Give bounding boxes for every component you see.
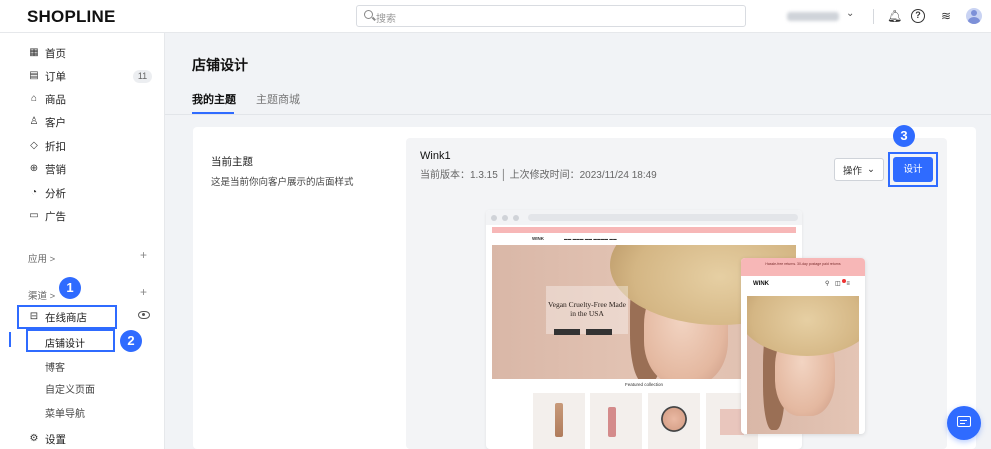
theme-preview-mobile[interactable]: Hassle-free returns. 30-day postage paid…: [741, 258, 865, 434]
browser-chrome: [486, 210, 802, 225]
site-nav: WINK ▬▬ ▬▬▬ ▬▬ ▬▬▬▬ ▬▬: [492, 234, 796, 244]
url-bar: [528, 214, 798, 221]
search-placeholder: 搜索: [376, 14, 396, 25]
current-theme-description: 这是当前你向客户展示的店面样式: [211, 177, 354, 188]
chat-icon: [957, 416, 971, 427]
sidebar-item-label: 客户: [45, 116, 66, 129]
theme-name: Wink1: [420, 150, 451, 162]
gear-icon: ⚙: [29, 433, 39, 444]
product-icon: ⌂: [30, 93, 38, 104]
ads-icon: ▭: [29, 210, 39, 221]
actions-label: 操作: [843, 165, 863, 177]
search-icon: [364, 10, 373, 19]
sidebar-subitem-blog[interactable]: 博客: [45, 359, 65, 374]
page-title: 店铺设计: [192, 57, 248, 73]
hero-button: [554, 329, 580, 335]
customer-icon: ♙: [29, 116, 39, 127]
tabs-divider: [165, 114, 991, 115]
sidebar-subitem-store-design[interactable]: 店铺设计: [45, 335, 85, 350]
apps-group-label[interactable]: 应用 >: [28, 251, 55, 265]
step-marker-2: 2: [120, 330, 142, 352]
analytics-icon: ◔: [30, 187, 38, 198]
bell-icon[interactable]: 🔔︎: [887, 9, 902, 23]
sidebar-item-label: 广告: [45, 210, 66, 223]
step-marker-1: 1: [59, 277, 81, 299]
cart-dot: [842, 279, 846, 283]
store-icon: ⊟: [29, 311, 39, 322]
channels-group-label[interactable]: 渠道 >: [28, 288, 55, 302]
sidebar-item-customers[interactable]: ♙ 客户: [28, 113, 66, 131]
sidebar-item-label: 分析: [45, 187, 66, 200]
active-indicator: [9, 332, 11, 347]
sidebar-item-label: 商品: [45, 93, 66, 106]
theme-meta: 当前版本：1.3.15 │ 上次修改时间：2023/11/24 18:49: [420, 170, 657, 181]
sidebar-subitem-custom-pages[interactable]: 自定义页面: [45, 381, 95, 396]
wifi-icon[interactable]: ≋: [939, 9, 953, 23]
sidebar-item-label: 订单: [45, 70, 66, 83]
chevron-down-icon: ⌄: [867, 164, 875, 175]
sidebar-item-label: 营销: [45, 163, 66, 176]
sidebar-item-online-store[interactable]: ⊟ 在线商店: [28, 308, 87, 326]
chat-button[interactable]: [947, 406, 981, 440]
actions-dropdown-button[interactable]: 操作 ⌄: [834, 158, 884, 181]
sidebar-item-settings[interactable]: ⚙ 设置: [28, 430, 66, 448]
mobile-hero-image: [747, 296, 859, 434]
top-bar: SHOPLINE 搜索 ⌄ 🔔︎ ? ≋: [0, 0, 991, 33]
chevron-down-icon[interactable]: ⌄: [846, 8, 854, 19]
step-marker-3: 3: [893, 125, 915, 147]
current-theme-label: 当前主题: [211, 156, 253, 168]
mobile-header-icons: ⚲ ◫ ≡: [825, 281, 852, 287]
marketing-icon: ⊕: [29, 163, 39, 174]
sidebar-item-products[interactable]: ⌂ 商品: [28, 90, 66, 108]
sidebar-item-label: 在线商店: [45, 311, 87, 324]
tab-theme-store[interactable]: 主题商城: [256, 91, 300, 107]
sidebar-item-discounts[interactable]: ◇ 折扣: [28, 137, 66, 155]
hero-button: [586, 329, 612, 335]
search-input[interactable]: 搜索: [356, 5, 746, 27]
divider: [873, 9, 874, 24]
promo-banner: [492, 227, 796, 233]
window-dot: [502, 215, 508, 221]
sidebar-item-ads[interactable]: ▭ 广告: [28, 207, 66, 225]
sidebar-item-label: 设置: [45, 433, 66, 446]
window-dot: [491, 215, 497, 221]
sidebar-item-analytics[interactable]: ◔ 分析: [28, 184, 66, 202]
sidebar-item-marketing[interactable]: ⊕ 营销: [28, 160, 66, 178]
mobile-brand: WINK: [753, 281, 769, 287]
sidebar-item-label: 首页: [45, 47, 66, 60]
avatar[interactable]: [966, 8, 982, 24]
sidebar-item-home[interactable]: ▦ 首页: [28, 44, 66, 62]
site-brand: WINK: [532, 236, 544, 241]
shopline-logo[interactable]: SHOPLINE: [27, 7, 116, 27]
discount-icon: ◇: [30, 140, 38, 151]
eye-icon[interactable]: [138, 311, 150, 319]
window-dot: [513, 215, 519, 221]
mobile-promo-banner: Hassle-free returns. 30-day postage paid…: [741, 258, 865, 276]
active-tab-underline: [192, 112, 234, 114]
hero-title: Vegan Cruelty-Free Made in the USA: [548, 300, 626, 318]
home-icon: ▦: [29, 47, 39, 58]
product-thumbnail: [648, 393, 700, 449]
orders-count-badge: 11: [133, 70, 152, 83]
account-switcher[interactable]: [787, 12, 839, 21]
product-thumbnail: [533, 393, 585, 449]
add-app-icon[interactable]: +: [140, 248, 147, 262]
help-icon[interactable]: ?: [911, 9, 925, 23]
site-nav-links: ▬▬ ▬▬▬ ▬▬ ▬▬▬▬ ▬▬: [564, 237, 617, 241]
sidebar-item-orders[interactable]: ▤ 订单: [28, 67, 66, 85]
sidebar-item-label: 折扣: [45, 140, 66, 153]
design-button[interactable]: 设计: [893, 157, 933, 182]
add-channel-icon[interactable]: +: [140, 285, 147, 299]
tab-my-themes[interactable]: 我的主题: [192, 91, 236, 107]
order-icon: ▤: [29, 70, 39, 81]
product-thumbnail: [590, 393, 642, 449]
sidebar-subitem-menu-nav[interactable]: 菜单导航: [45, 405, 85, 420]
